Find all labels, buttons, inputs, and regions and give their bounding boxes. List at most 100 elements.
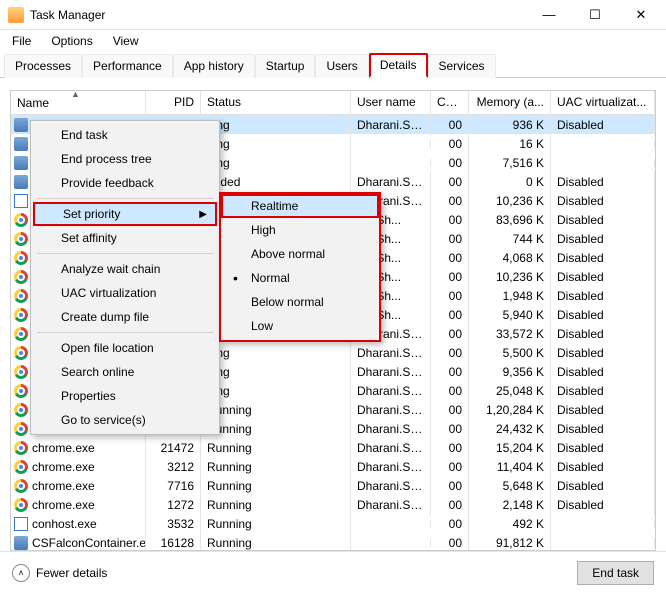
process-icon bbox=[14, 137, 28, 151]
col-cpu[interactable]: CPU bbox=[431, 91, 469, 114]
menu-file[interactable]: File bbox=[4, 32, 39, 50]
col-mem[interactable]: Memory (a... bbox=[469, 91, 551, 114]
tab-services[interactable]: Services bbox=[428, 54, 496, 78]
tab-processes[interactable]: Processes bbox=[4, 54, 82, 78]
menu-item-go-to-service-s-[interactable]: Go to service(s) bbox=[33, 408, 217, 432]
menu-item-end-task[interactable]: End task bbox=[33, 123, 217, 147]
process-name: chrome.exe bbox=[32, 498, 95, 512]
checked-indicator-icon: • bbox=[233, 270, 238, 286]
fewer-details-button[interactable]: ˄ Fewer details bbox=[12, 564, 107, 582]
menu-separator bbox=[37, 332, 213, 333]
process-icon bbox=[14, 479, 28, 493]
priority-label: Normal bbox=[251, 271, 290, 285]
priority-label: Low bbox=[251, 319, 273, 333]
process-icon bbox=[14, 498, 28, 512]
close-button[interactable]: ✕ bbox=[618, 1, 664, 29]
col-pid[interactable]: PID bbox=[146, 91, 201, 114]
process-icon bbox=[14, 289, 28, 303]
table-row[interactable]: chrome.exe3212RunningDharani.Sh...0011,4… bbox=[11, 457, 655, 476]
process-icon bbox=[14, 517, 28, 531]
col-user[interactable]: User name bbox=[351, 91, 431, 114]
process-name: conhost.exe bbox=[32, 517, 97, 531]
menu-view[interactable]: View bbox=[105, 32, 147, 50]
priority-label: High bbox=[251, 223, 276, 237]
menu-bar: File Options View bbox=[0, 30, 666, 52]
tab-performance[interactable]: Performance bbox=[82, 54, 173, 78]
cell-user: Dharani.Sh... bbox=[351, 115, 431, 136]
process-icon bbox=[14, 384, 28, 398]
window-buttons: — ☐ ✕ bbox=[526, 1, 664, 29]
process-icon bbox=[14, 194, 28, 208]
priority-item-above-normal[interactable]: Above normal bbox=[223, 242, 377, 266]
menu-item-set-affinity[interactable]: Set affinity bbox=[33, 226, 217, 250]
process-name: chrome.exe bbox=[32, 479, 95, 493]
cell-user: Dharani.Sh... bbox=[351, 494, 431, 516]
menu-item-properties[interactable]: Properties bbox=[33, 384, 217, 408]
process-icon bbox=[14, 270, 28, 284]
col-status[interactable]: Status bbox=[201, 91, 351, 114]
priority-item-below-normal[interactable]: Below normal bbox=[223, 290, 377, 314]
cell-mem: 91,812 K bbox=[469, 532, 551, 551]
process-name: chrome.exe bbox=[32, 460, 95, 474]
grid-header: ▲ Name PID Status User name CPU Memory (… bbox=[11, 91, 655, 115]
table-row[interactable]: CSFalconContainer.e16128Running0091,812 … bbox=[11, 533, 655, 550]
maximize-button[interactable]: ☐ bbox=[572, 1, 618, 29]
process-icon bbox=[14, 460, 28, 474]
process-icon bbox=[14, 308, 28, 322]
process-icon bbox=[14, 422, 28, 436]
process-icon bbox=[14, 536, 28, 550]
menu-item-search-online[interactable]: Search online bbox=[33, 360, 217, 384]
process-icon bbox=[14, 365, 28, 379]
process-icon bbox=[14, 213, 28, 227]
menu-item-end-process-tree[interactable]: End process tree bbox=[33, 147, 217, 171]
process-icon bbox=[14, 156, 28, 170]
cell-user bbox=[351, 159, 431, 167]
process-icon bbox=[14, 175, 28, 189]
table-row[interactable]: chrome.exe7716RunningDharani.Sh...005,64… bbox=[11, 476, 655, 495]
process-icon bbox=[14, 251, 28, 265]
priority-item-normal[interactable]: • Normal bbox=[223, 266, 377, 290]
tab-bar: ProcessesPerformanceApp historyStartupUs… bbox=[0, 52, 666, 78]
chevron-up-icon: ˄ bbox=[12, 564, 30, 582]
fewer-details-label: Fewer details bbox=[36, 566, 107, 580]
end-task-button[interactable]: End task bbox=[577, 561, 654, 585]
cell-cpu: 00 bbox=[431, 532, 469, 551]
tab-users[interactable]: Users bbox=[315, 54, 368, 78]
cell-uac: Disabled bbox=[551, 494, 655, 516]
cell-uac bbox=[551, 539, 655, 547]
cell-uac bbox=[551, 520, 655, 528]
tab-details[interactable]: Details bbox=[369, 53, 428, 78]
cell-user bbox=[351, 520, 431, 528]
app-icon bbox=[8, 7, 24, 23]
menu-separator bbox=[37, 198, 213, 199]
col-uac[interactable]: UAC virtualizat... bbox=[551, 91, 655, 114]
priority-item-realtime[interactable]: Realtime bbox=[221, 194, 379, 218]
cell-uac bbox=[551, 159, 655, 167]
priority-item-low[interactable]: Low bbox=[223, 314, 377, 338]
priority-submenu: Realtime High Above normal • Normal Below nor… bbox=[219, 192, 381, 342]
menu-item-uac-virtualization[interactable]: UAC virtualization bbox=[33, 281, 217, 305]
submenu-arrow-icon: ▶ bbox=[199, 209, 207, 220]
priority-label: Realtime bbox=[251, 199, 298, 213]
table-row[interactable]: chrome.exe1272RunningDharani.Sh...002,14… bbox=[11, 495, 655, 514]
process-icon bbox=[14, 346, 28, 360]
menu-item-open-file-location[interactable]: Open file location bbox=[33, 336, 217, 360]
window-title: Task Manager bbox=[30, 8, 526, 22]
sort-indicator-icon: ▲ bbox=[71, 90, 80, 99]
tab-app-history[interactable]: App history bbox=[173, 54, 255, 78]
menu-item-analyze-wait-chain[interactable]: Analyze wait chain bbox=[33, 257, 217, 281]
process-icon bbox=[14, 327, 28, 341]
minimize-button[interactable]: — bbox=[526, 1, 572, 29]
title-bar: Task Manager — ☐ ✕ bbox=[0, 0, 666, 30]
priority-label: Below normal bbox=[251, 295, 324, 309]
cell-status: Running bbox=[201, 532, 351, 551]
priority-item-high[interactable]: High bbox=[223, 218, 377, 242]
table-row[interactable]: chrome.exe21472RunningDharani.Sh...0015,… bbox=[11, 438, 655, 457]
menu-options[interactable]: Options bbox=[43, 32, 100, 50]
menu-item-set-priority[interactable]: Set priority▶ bbox=[33, 202, 217, 226]
menu-item-create-dump-file[interactable]: Create dump file bbox=[33, 305, 217, 329]
menu-item-provide-feedback[interactable]: Provide feedback bbox=[33, 171, 217, 195]
table-row[interactable]: conhost.exe3532Running00492 K bbox=[11, 514, 655, 533]
tab-startup[interactable]: Startup bbox=[255, 54, 316, 78]
cell-pid: 16128 bbox=[146, 532, 201, 551]
